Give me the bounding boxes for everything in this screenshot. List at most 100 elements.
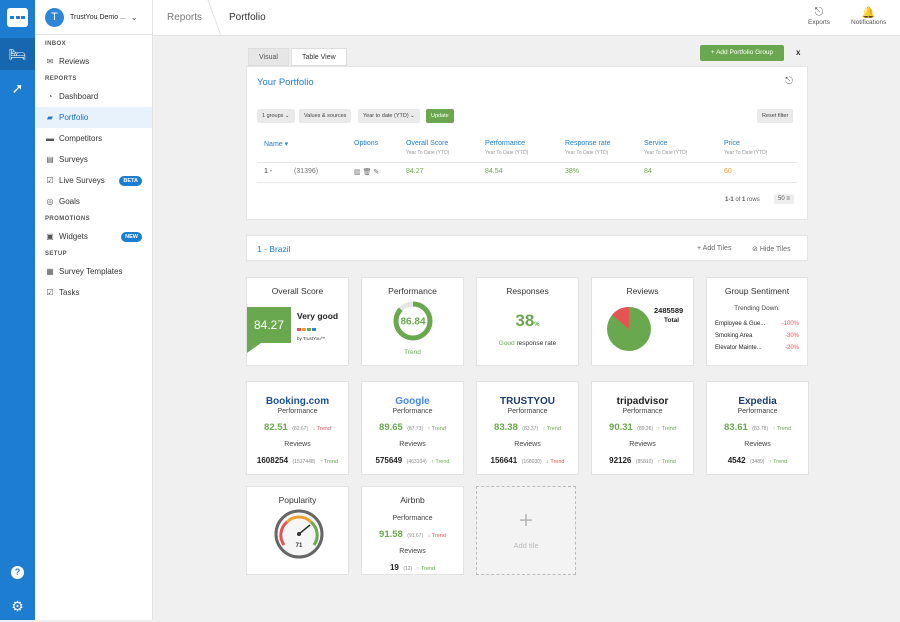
export-icon: ⎋ — [814, 6, 824, 18]
top-bar: Reports Portfolio ⎋ Exports 🔔 Notification… — [153, 0, 900, 36]
popularity-gauge: 71 — [274, 509, 324, 559]
period-filter[interactable]: Year to date (YTD) ⌄ — [358, 109, 420, 123]
source-logo: Booking.com — [265, 396, 330, 407]
tile-source-bookingcom[interactable]: Booking.com Performance 82.51 (82.67) ↓ … — [246, 381, 349, 475]
sentiment-item-value: -100% — [781, 321, 799, 327]
tile-source-trustyou[interactable]: TRUSTYOU Performance 83.38 (83.37) ↑ Tre… — [476, 381, 579, 475]
exports-button[interactable]: ⎋ Exports — [808, 6, 830, 26]
trend-link[interactable]: ↑ Trend — [769, 459, 787, 465]
rows-per-page-select[interactable]: 50 ≡ — [774, 194, 794, 204]
tile-source-expedia[interactable]: Expedia Performance 83.61 (83.78) ↑ Tren… — [706, 381, 809, 475]
trend-label: Trend — [661, 459, 676, 465]
tile-performance[interactable]: Performance 86.84 Trend — [361, 277, 464, 366]
logo-icon[interactable] — [7, 8, 28, 27]
section-reports: REPORTS — [45, 76, 77, 82]
tile-source-tripadvisor[interactable]: tripadvisor Performance 90.31 (89.26) ↑ … — [591, 381, 694, 475]
update-button[interactable]: Update — [426, 109, 454, 123]
tile-popularity[interactable]: Popularity 71 — [246, 486, 349, 575]
tile-responses[interactable]: Responses 38% Good response rate — [476, 277, 579, 366]
trend-link[interactable]: ↑ Trend — [543, 426, 561, 432]
trend-link[interactable]: Trend — [362, 349, 463, 356]
column-subheader: Year To Date (YTD) — [565, 150, 609, 156]
sidebar-item-widgets[interactable]: ▣ Widgets NEW — [35, 226, 152, 247]
widget-icon: ▣ — [46, 232, 54, 241]
trend-link[interactable]: ↑ Trend — [431, 459, 449, 465]
trustyou-logo-bars — [297, 328, 316, 331]
export-icon[interactable]: ⎋ — [785, 76, 793, 87]
new-badge: NEW — [121, 231, 142, 242]
trend-label: Trend — [420, 566, 436, 572]
tab-visual[interactable]: Visual — [248, 48, 289, 66]
hotel-icon[interactable]: 🛏 — [0, 38, 35, 70]
section-promotions: PROMOTIONS — [45, 216, 91, 222]
add-tile-button[interactable]: + Add tile — [476, 486, 576, 575]
source-performance-prev: (83.78) — [752, 426, 769, 432]
account-switcher[interactable]: T TrustYou Demo ... ⌄ — [35, 0, 152, 35]
trend-link[interactable]: ↓ Trend — [313, 426, 331, 432]
tile-overall-score[interactable]: Overall Score 84.27 Very good by TrustYo… — [246, 277, 349, 366]
source-performance: 83.38 — [494, 422, 518, 433]
performance-row: 91.58 (91.67) ↓ Trend — [362, 524, 463, 542]
performance-label: Performance — [507, 408, 548, 415]
popularity-value: 71 — [296, 543, 303, 549]
sidebar-item-label: Survey Templates — [59, 267, 123, 276]
group-header: 1 - Brazil + Add Tiles ⊘ Hide Tiles — [246, 235, 808, 261]
add-portfolio-group-button[interactable]: + Add Portfolio Group — [700, 45, 784, 61]
sidebar-item-portfolio[interactable]: ▰ Portfolio — [35, 107, 152, 128]
column-header-performance[interactable]: Performance — [485, 140, 525, 147]
tab-table-view[interactable]: Table View — [290, 48, 347, 66]
tile-group-sentiment[interactable]: Group Sentiment Trending Down: Employee … — [706, 277, 808, 366]
rocket-icon[interactable]: ➚ — [0, 72, 35, 104]
response-rate-value: 38% — [477, 311, 578, 331]
trend-link[interactable]: ↑ Trend — [428, 426, 446, 432]
breadcrumb-reports[interactable]: Reports — [167, 12, 202, 23]
source-reviews: 92126 — [609, 456, 632, 465]
trend-link[interactable]: ↓ Trend — [546, 459, 564, 465]
column-header-overall-score[interactable]: Overall Score — [406, 140, 448, 147]
sidebar-item-survey-templates[interactable]: ▦ Survey Templates — [35, 261, 152, 282]
source-performance-prev: (87.73) — [407, 426, 424, 432]
sidebar-item-surveys[interactable]: ▤ Surveys — [35, 149, 152, 170]
sidebar-item-label: Tasks — [59, 288, 80, 297]
values-sources-filter[interactable]: Values & sources — [299, 109, 352, 123]
gear-icon[interactable]: ⚙ — [0, 590, 35, 622]
reset-filter-button[interactable]: Reset filter — [757, 109, 794, 123]
trend-link[interactable]: ↑ Trend — [658, 426, 676, 432]
column-header-name[interactable]: Name ▾ — [264, 140, 288, 148]
column-header-service[interactable]: Service — [644, 140, 667, 147]
trash-icon[interactable]: 🗑 — [363, 169, 372, 176]
competitors-icon: ▬ — [46, 134, 54, 143]
sidebar-item-reviews[interactable]: ✉ Reviews — [35, 51, 152, 72]
source-performance-prev: (89.26) — [637, 426, 654, 432]
groups-filter[interactable]: 1 groups ⌄ — [257, 109, 295, 123]
group-title[interactable]: 1 - Brazil — [257, 244, 291, 254]
performance-row: 90.31 (89.26) ↑ Trend — [592, 417, 693, 435]
sidebar-item-tasks[interactable]: ☑ Tasks — [35, 282, 152, 303]
row-name[interactable]: 1 - — [264, 168, 272, 175]
close-button[interactable]: x — [796, 48, 800, 57]
column-header-price[interactable]: Price — [724, 140, 740, 147]
tile-title: Airbnb — [400, 495, 425, 505]
tile-reviews[interactable]: Reviews 2485589 Total — [591, 277, 694, 366]
performance-label: Performance — [392, 408, 433, 415]
trend-link[interactable]: ↑ Trend — [320, 459, 338, 465]
edit-icon[interactable]: ✎ — [373, 169, 379, 176]
survey-icon: ▤ — [46, 155, 54, 164]
column-header-response-rate[interactable]: Response rate — [565, 140, 611, 147]
help-icon[interactable]: ? — [0, 556, 35, 588]
sidebar-item-competitors[interactable]: ▬ Competitors — [35, 128, 152, 149]
chart-icon[interactable]: ▥ — [354, 169, 361, 176]
add-tiles-button[interactable]: + Add Tiles — [697, 245, 731, 252]
exports-label: Exports — [808, 19, 831, 26]
trend-link[interactable]: ↑ Trend — [773, 426, 791, 432]
tile-airbnb[interactable]: Airbnb Performance 91.58 (91.67) ↓ Trend… — [361, 486, 464, 575]
sidebar-item-dashboard[interactable]: ◔ Dashboard — [35, 86, 152, 107]
notifications-button[interactable]: 🔔 Notifications — [851, 6, 886, 26]
sidebar-item-live-surveys[interactable]: ☑ Live Surveys BETA — [35, 170, 152, 191]
sidebar-item-goals[interactable]: ◎ Goals — [35, 191, 152, 212]
tile-source-google[interactable]: Google Performance 89.65 (87.73) ↑ Trend… — [361, 381, 464, 475]
trend-link[interactable]: ↓ Trend — [428, 533, 446, 539]
hide-tiles-button[interactable]: ⊘ Hide Tiles — [752, 245, 791, 253]
trend-link[interactable]: ↑ Trend — [417, 566, 435, 572]
trend-link[interactable]: ↑ Trend — [658, 459, 676, 465]
